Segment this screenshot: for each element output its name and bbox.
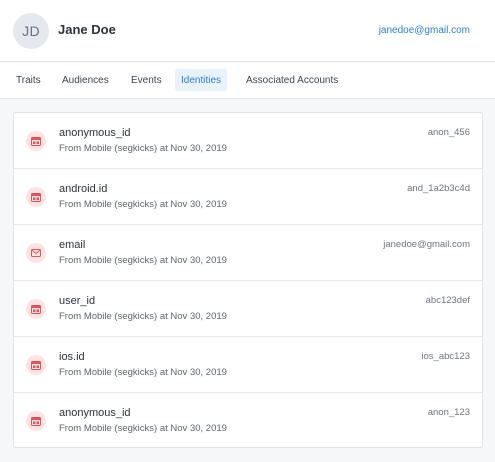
identity-value: ios_abc123 bbox=[421, 351, 470, 362]
identity-source-line: From Mobile (segkicks) at Nov 30, 2019 bbox=[59, 423, 227, 434]
identity-date: Nov 30, 2019 bbox=[170, 199, 227, 210]
profile-tabs: Traits Audiences Events Identities Assoc… bbox=[0, 63, 495, 99]
identity-source: Mobile (segkicks) bbox=[83, 367, 158, 378]
avatar: JD bbox=[13, 13, 49, 49]
identity-row[interactable]: email From Mobile (segkicks) at Nov 30, … bbox=[14, 225, 482, 281]
identity-name: anonymous_id bbox=[59, 127, 131, 139]
identity-source: Mobile (segkicks) bbox=[83, 311, 158, 322]
id-card-icon bbox=[26, 411, 46, 431]
identity-source-line: From Mobile (segkicks) at Nov 30, 2019 bbox=[59, 199, 227, 210]
identity-row[interactable]: android.id From Mobile (segkicks) at Nov… bbox=[14, 169, 482, 225]
profile-header: JD Jane Doe janedoe@gmail.com bbox=[0, 0, 495, 62]
tab-events[interactable]: Events bbox=[125, 69, 168, 91]
id-card-icon bbox=[26, 187, 46, 207]
identity-date: Nov 30, 2019 bbox=[170, 255, 227, 266]
envelope-icon bbox=[26, 243, 46, 263]
id-card-icon bbox=[26, 355, 46, 375]
identity-value: janedoe@gmail.com bbox=[383, 239, 470, 250]
user-name: Jane Doe bbox=[58, 22, 116, 37]
identity-date: Nov 30, 2019 bbox=[170, 143, 227, 154]
identity-name: user_id bbox=[59, 295, 96, 307]
tab-associated-accounts[interactable]: Associated Accounts bbox=[240, 69, 344, 91]
identity-source: Mobile (segkicks) bbox=[83, 199, 158, 210]
identity-value: abc123def bbox=[425, 295, 470, 306]
tab-traits[interactable]: Traits bbox=[10, 69, 47, 91]
identity-date: Nov 30, 2019 bbox=[170, 311, 227, 322]
identity-source: Mobile (segkicks) bbox=[83, 143, 158, 154]
identity-row[interactable]: ios.id From Mobile (segkicks) at Nov 30,… bbox=[14, 337, 482, 393]
tab-audiences[interactable]: Audiences bbox=[56, 69, 115, 91]
id-card-icon bbox=[26, 131, 46, 151]
identities-card: anonymous_id From Mobile (segkicks) at N… bbox=[13, 112, 483, 448]
identity-source: Mobile (segkicks) bbox=[83, 255, 158, 266]
identity-date: Nov 30, 2019 bbox=[170, 423, 227, 434]
identity-value: and_1a2b3c4d bbox=[407, 183, 470, 194]
identity-value: anon_456 bbox=[427, 127, 470, 138]
identity-name: android.id bbox=[59, 183, 108, 195]
identity-name: email bbox=[59, 239, 86, 251]
identity-row[interactable]: user_id From Mobile (segkicks) at Nov 30… bbox=[14, 281, 482, 337]
identity-source-line: From Mobile (segkicks) at Nov 30, 2019 bbox=[59, 311, 227, 322]
identity-row[interactable]: anonymous_id From Mobile (segkicks) at N… bbox=[14, 113, 482, 169]
identity-name: ios.id bbox=[59, 351, 85, 363]
identity-source-line: From Mobile (segkicks) at Nov 30, 2019 bbox=[59, 143, 227, 154]
identity-name: anonymous_id bbox=[59, 407, 131, 419]
identity-source-line: From Mobile (segkicks) at Nov 30, 2019 bbox=[59, 255, 227, 266]
identity-date: Nov 30, 2019 bbox=[170, 367, 227, 378]
identity-source: Mobile (segkicks) bbox=[83, 423, 158, 434]
identity-value: anon_123 bbox=[427, 407, 470, 418]
tab-identities[interactable]: Identities bbox=[175, 69, 228, 91]
identity-source-line: From Mobile (segkicks) at Nov 30, 2019 bbox=[59, 367, 227, 378]
id-card-icon bbox=[26, 299, 46, 319]
user-email-link[interactable]: janedoe@gmail.com bbox=[379, 25, 470, 36]
identity-row[interactable]: anonymous_id From Mobile (segkicks) at N… bbox=[14, 393, 482, 449]
